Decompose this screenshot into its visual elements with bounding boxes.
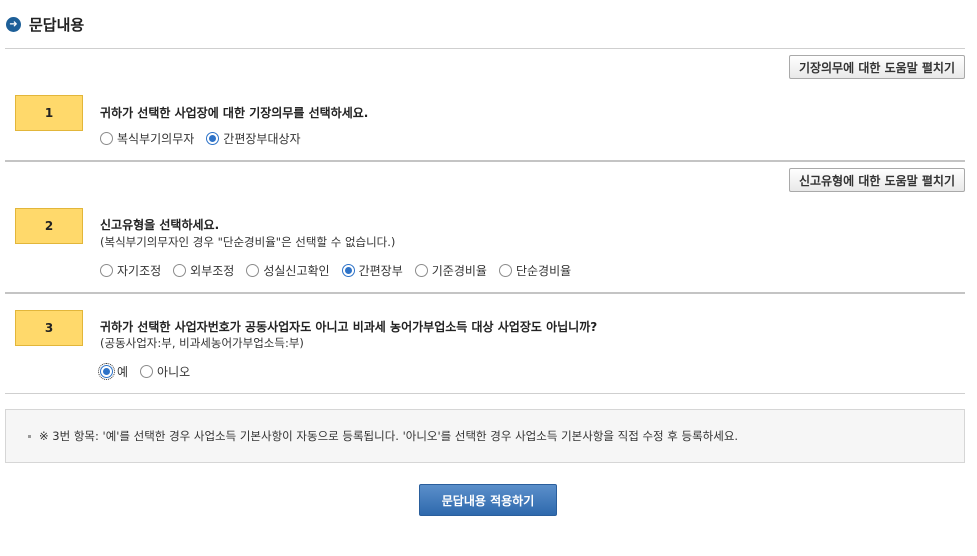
q2-option-simple-ledger[interactable]: 간편장부 bbox=[341, 262, 403, 279]
radio-button[interactable] bbox=[100, 264, 113, 277]
option-label: 자기조정 bbox=[117, 264, 162, 278]
q3-title: 귀하가 선택한 사업자번호가 공동사업자도 아니고 비과세 농어가부업소득 대상… bbox=[100, 320, 598, 334]
option-label: 복식부기의무자 bbox=[117, 132, 195, 146]
q1-number-box: 1 bbox=[15, 95, 83, 131]
divider bbox=[5, 393, 965, 394]
radio-button[interactable] bbox=[498, 264, 512, 277]
section-header: ➜ 문답내용 bbox=[6, 12, 84, 36]
option-label: 아니오 bbox=[157, 365, 191, 379]
q3-options: 예 아니오 bbox=[98, 363, 202, 380]
divider bbox=[5, 292, 965, 294]
q2-option-simple-rate[interactable]: 단순경비율 bbox=[498, 262, 572, 279]
notice-text: ※ 3번 항목: '예'를 선택한 경우 사업소득 기본사항이 자동으로 등록됩… bbox=[39, 429, 739, 443]
q2-option-external-adjust[interactable]: 외부조정 bbox=[173, 262, 234, 279]
q2-options: 자기조정 외부조정 성실신고확인 간편장부 기준경비율 단순경비율 bbox=[100, 262, 583, 279]
radio-button[interactable] bbox=[246, 264, 260, 277]
radio-button[interactable] bbox=[100, 132, 113, 145]
q1-option-bookkeeping[interactable]: 복식부기의무자 bbox=[100, 130, 194, 147]
radio-button[interactable] bbox=[140, 365, 154, 378]
page-title: 문답내용 bbox=[29, 15, 85, 34]
q1-options: 복식부기의무자 간편장부대상자 bbox=[100, 130, 313, 147]
radio-button[interactable] bbox=[98, 363, 115, 380]
radio-button[interactable] bbox=[414, 264, 428, 277]
q3-option-no[interactable]: 아니오 bbox=[140, 363, 190, 380]
radio-button[interactable] bbox=[173, 264, 187, 277]
radio-button[interactable] bbox=[341, 264, 355, 277]
q3-number-box: 3 bbox=[15, 310, 83, 346]
option-label: 외부조정 bbox=[190, 264, 235, 278]
q3-note: (공동사업자:부, 비과세농어가부업소득:부) bbox=[100, 336, 304, 350]
apply-answers-button[interactable]: 문답내용 적용하기 bbox=[419, 484, 557, 516]
notice-box: ※ 3번 항목: '예'를 선택한 경우 사업소득 기본사항이 자동으로 등록됩… bbox=[5, 409, 965, 463]
q2-option-diligent-filing[interactable]: 성실신고확인 bbox=[246, 262, 330, 279]
divider bbox=[5, 48, 965, 49]
q2-number-box: 2 bbox=[15, 208, 83, 244]
arrow-right-circle-icon: ➜ bbox=[6, 16, 21, 32]
option-label: 기준경비율 bbox=[431, 264, 487, 278]
q2-title: 신고유형을 선택하세요. bbox=[100, 218, 220, 232]
option-label: 간편장부대상자 bbox=[223, 132, 301, 146]
q2-option-standard-rate[interactable]: 기준경비율 bbox=[414, 262, 487, 279]
q1-help-button[interactable]: 기장의무에 대한 도움말 펼치기 bbox=[788, 55, 965, 79]
option-label: 성실신고확인 bbox=[263, 264, 330, 278]
radio-button[interactable] bbox=[206, 132, 220, 145]
option-label: 단순경비율 bbox=[515, 264, 572, 278]
q2-option-self-adjust[interactable]: 자기조정 bbox=[100, 262, 161, 279]
q2-help-button[interactable]: 신고유형에 대한 도움말 펼치기 bbox=[788, 168, 965, 192]
option-label: 예 bbox=[117, 365, 129, 379]
option-label: 간편장부 bbox=[358, 264, 403, 278]
q2-note: (복식부기의무자인 경우 "단순경비율"은 선택할 수 없습니다.) bbox=[100, 235, 396, 249]
bullet-icon bbox=[28, 434, 31, 438]
divider bbox=[5, 160, 965, 162]
q1-option-simple-ledger[interactable]: 간편장부대상자 bbox=[206, 130, 301, 147]
q3-option-yes[interactable]: 예 bbox=[98, 363, 129, 380]
q1-title: 귀하가 선택한 사업장에 대한 기장의무를 선택하세요. bbox=[100, 106, 369, 120]
